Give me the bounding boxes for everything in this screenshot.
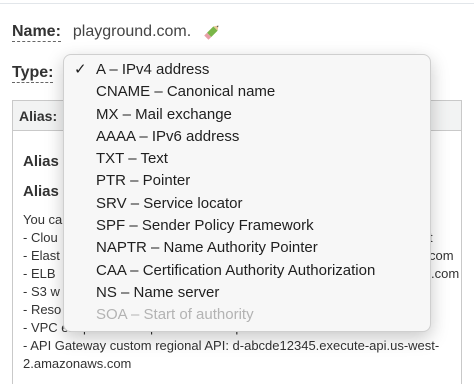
name-value: playground.com. (72, 23, 192, 40)
checkmark-icon: ✓ (74, 61, 87, 78)
menu-item-label: A – IPv4 address (96, 61, 210, 78)
panel-text-line: - Elast (23, 248, 60, 263)
alias-header-label: Alias: (19, 107, 58, 124)
panel-text-line: - ELB (23, 266, 56, 281)
panel-text-fragment: com (429, 248, 454, 263)
menu-item-soa: SOA – Start of authority (64, 304, 430, 326)
panel-text-line: - S3 w (23, 284, 60, 299)
menu-item-label: NAPTR – Name Authority Pointer (96, 239, 318, 257)
menu-item-caa[interactable]: CAA – Certification Authority Authorizat… (64, 260, 430, 282)
menu-item-label: TXT – Text (96, 150, 168, 168)
menu-item-label: SRV – Service locator (96, 194, 243, 212)
menu-item-label: AAAA – IPv6 address (96, 127, 240, 145)
name-row: Name: playground.com. (12, 20, 223, 44)
menu-item-ns[interactable]: NS – Name server (64, 282, 430, 304)
top-divider (0, 3, 474, 4)
menu-item-label: CNAME – Canonical name (96, 83, 276, 101)
menu-item-a[interactable]: ✓ A – IPv4 address (64, 59, 430, 81)
menu-item-label: CAA – Certification Authority Authorizat… (96, 261, 376, 279)
menu-item-label: MX – Mail exchange (96, 105, 232, 123)
name-label: Name: (12, 22, 61, 42)
panel-text-fragment: .com (431, 266, 460, 281)
menu-item-label: NS – Name server (96, 283, 220, 301)
type-label: Type: (12, 63, 54, 83)
alias-option-2[interactable]: Alias (23, 183, 59, 200)
menu-item-spf[interactable]: SPF – Sender Policy Framework (64, 215, 430, 237)
menu-item-label: SOA – Start of authority (96, 306, 254, 324)
menu-item-mx[interactable]: MX – Mail exchange (64, 104, 430, 126)
menu-item-label: PTR – Pointer (96, 172, 191, 190)
menu-item-srv[interactable]: SRV – Service locator (64, 193, 430, 215)
panel-text-line: You ca (23, 212, 63, 227)
menu-item-aaaa[interactable]: AAAA – IPv6 address (64, 126, 430, 148)
pencil-icon[interactable] (201, 21, 223, 43)
menu-item-ptr[interactable]: PTR – Pointer (64, 170, 430, 192)
record-type-dropdown-menu[interactable]: ✓ A – IPv4 address CNAME – Canonical nam… (63, 54, 431, 332)
panel-text-line: - API Gateway custom regional API: d-abc… (23, 338, 440, 371)
alias-option-1[interactable]: Alias (23, 153, 59, 170)
menu-item-txt[interactable]: TXT – Text (64, 148, 430, 170)
panel-text-line: - Clou (23, 230, 58, 245)
menu-item-label: SPF – Sender Policy Framework (96, 217, 314, 235)
panel-text-line: - Reso (23, 302, 62, 317)
menu-item-naptr[interactable]: NAPTR – Name Authority Pointer (64, 237, 430, 259)
menu-item-cname[interactable]: CNAME – Canonical name (64, 81, 430, 103)
type-row: Type: (12, 62, 54, 84)
